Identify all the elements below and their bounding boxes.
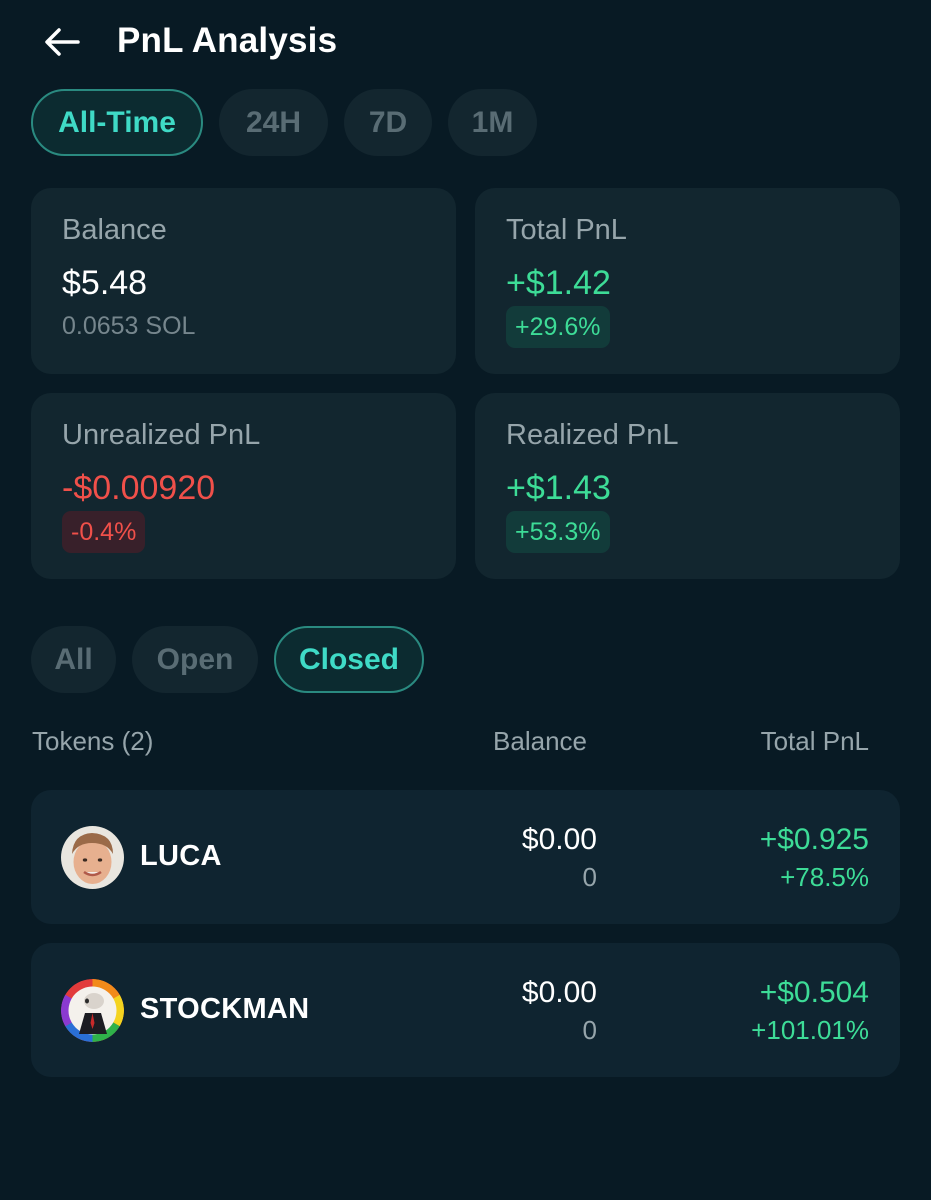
token-pnl-percent: +78.5% <box>780 862 869 892</box>
tab-open[interactable]: Open <box>132 626 258 693</box>
tokens-column-header: Tokens (2) <box>32 726 154 756</box>
unrealized-pnl-percent-badge: -0.4% <box>62 511 146 553</box>
token-pnl-usd: +$0.925 <box>759 823 869 856</box>
total-pnl-label: Total PnL <box>506 214 627 246</box>
filter-tabs: All Open Closed <box>31 626 424 693</box>
unrealized-pnl-label: Unrealized PnL <box>62 419 261 451</box>
balance-column-header: Balance <box>493 726 587 756</box>
token-balance-usd: $0.00 <box>521 823 597 856</box>
token-row-luca[interactable]: LUCA $0.00 0 +$0.925 +78.5% <box>31 790 900 924</box>
token-balance-usd: $0.00 <box>521 976 597 1009</box>
realized-pnl-value: +$1.43 <box>506 469 611 507</box>
token-name: STOCKMAN <box>140 993 310 1025</box>
token-name: LUCA <box>140 840 222 872</box>
total-pnl-value: +$1.42 <box>506 264 611 302</box>
arrow-left-icon <box>45 28 80 56</box>
balance-card: Balance $5.48 0.0653 SOL <box>31 188 456 374</box>
realized-pnl-card: Realized PnL +$1.43 +53.3% <box>475 393 900 579</box>
realized-pnl-percent-badge: +53.3% <box>506 511 610 553</box>
balance-value: $5.48 <box>62 264 148 302</box>
unrealized-pnl-value: -$0.00920 <box>62 469 216 507</box>
token-balance-amount: 0 <box>582 862 597 892</box>
token-pnl-usd: +$0.504 <box>759 976 869 1009</box>
back-button[interactable] <box>40 24 84 60</box>
token-balance-amount: 0 <box>582 1015 597 1045</box>
stockman-avatar <box>61 979 124 1042</box>
tab-7d[interactable]: 7D <box>344 89 432 156</box>
total-pnl-column-header: Total PnL <box>760 726 869 756</box>
period-tabs: All-Time 24H 7D 1M <box>31 89 537 156</box>
balance-label: Balance <box>62 214 167 246</box>
tab-closed[interactable]: Closed <box>274 626 424 693</box>
balance-sol: 0.0653 SOL <box>62 312 196 340</box>
page-title: PnL Analysis <box>117 21 338 60</box>
realized-pnl-label: Realized PnL <box>506 419 679 451</box>
tab-24h[interactable]: 24H <box>219 89 328 156</box>
pnl-analysis-screen: PnL Analysis All-Time 24H 7D 1M Balance … <box>0 0 931 1200</box>
luca-avatar <box>61 826 124 889</box>
tab-all-time[interactable]: All-Time <box>31 89 203 156</box>
token-pnl-percent: +101.01% <box>751 1015 869 1045</box>
unrealized-pnl-card: Unrealized PnL -$0.00920 -0.4% <box>31 393 456 579</box>
total-pnl-card: Total PnL +$1.42 +29.6% <box>475 188 900 374</box>
tab-all[interactable]: All <box>31 626 116 693</box>
token-row-stockman[interactable]: STOCKMAN $0.00 0 +$0.504 +101.01% <box>31 943 900 1077</box>
total-pnl-percent-badge: +29.6% <box>506 306 610 348</box>
tab-1m[interactable]: 1M <box>448 89 537 156</box>
